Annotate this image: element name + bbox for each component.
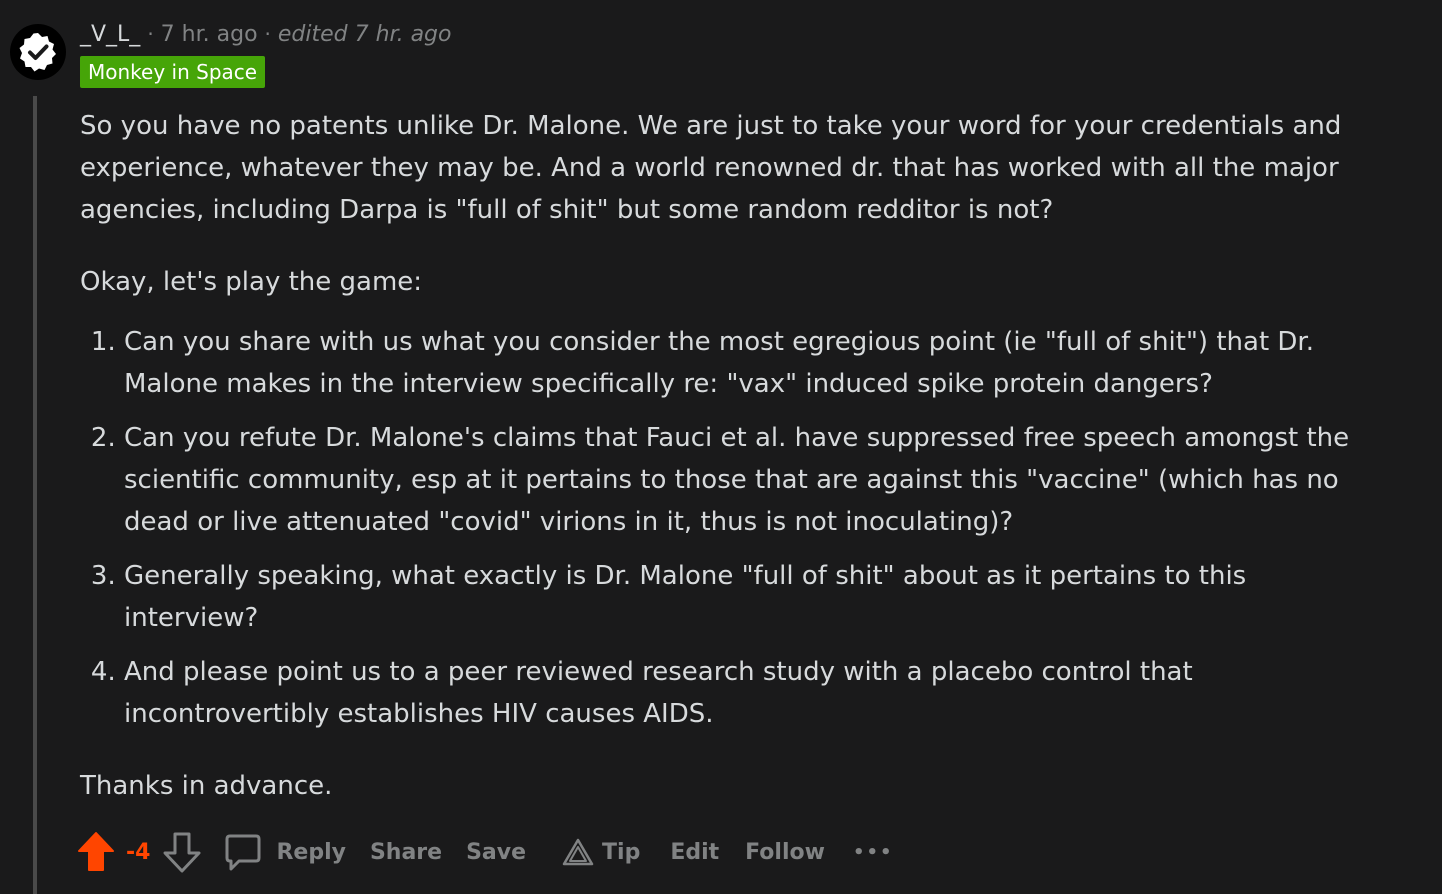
share-button[interactable]: Share — [370, 840, 442, 865]
comment-paragraph: Thanks in advance. — [80, 771, 333, 801]
numbered-list: Can you share with us what you consider … — [80, 321, 1380, 735]
avatar[interactable] — [10, 24, 66, 80]
list-item: Can you share with us what you consider … — [124, 321, 1380, 405]
vote-score: -4 — [126, 839, 151, 865]
list-item: And please point us to a peer reviewed r… — [124, 651, 1380, 735]
comment-bubble-icon — [224, 832, 262, 872]
verified-check-icon — [16, 30, 60, 74]
list-item: Generally speaking, what exactly is Dr. … — [124, 555, 1380, 639]
user-flair: Monkey in Space — [80, 56, 266, 88]
downvote-arrow-icon[interactable] — [162, 830, 202, 874]
comment-paragraph: Okay, let's play the game: — [80, 267, 423, 297]
edit-button[interactable]: Edit — [670, 840, 719, 865]
comment-header: _V_L_ · 7 hr. ago · edited 7 hr. ago — [80, 17, 451, 51]
tip-button[interactable]: Tip — [562, 837, 640, 867]
edited-timestamp: edited 7 hr. ago — [277, 21, 452, 47]
save-button[interactable]: Save — [466, 840, 526, 865]
thread-collapse-line[interactable] — [33, 96, 37, 894]
separator-dot: · — [264, 22, 271, 46]
comment: _V_L_ · 7 hr. ago · edited 7 hr. ago Mon… — [0, 0, 1442, 894]
comment-body: So you have no patents unlike Dr. Malone… — [80, 105, 1380, 807]
separator-dot: · — [147, 22, 154, 46]
tip-triangle-icon — [562, 837, 594, 867]
follow-button[interactable]: Follow — [745, 840, 825, 865]
comment-action-bar: -4 Reply Share Save Tip Edit Follow ••• — [76, 826, 893, 878]
list-item: Can you refute Dr. Malone's claims that … — [124, 417, 1380, 543]
username-link[interactable]: _V_L_ — [80, 22, 140, 47]
upvote-arrow-icon[interactable] — [76, 830, 116, 874]
more-options-icon[interactable]: ••• — [853, 842, 894, 863]
reply-label: Reply — [276, 839, 346, 865]
comment-paragraph: So you have no patents unlike Dr. Malone… — [80, 111, 1342, 225]
timestamp-link[interactable]: 7 hr. ago — [161, 22, 258, 47]
reply-button[interactable]: Reply — [224, 832, 346, 872]
tip-label: Tip — [602, 839, 641, 865]
